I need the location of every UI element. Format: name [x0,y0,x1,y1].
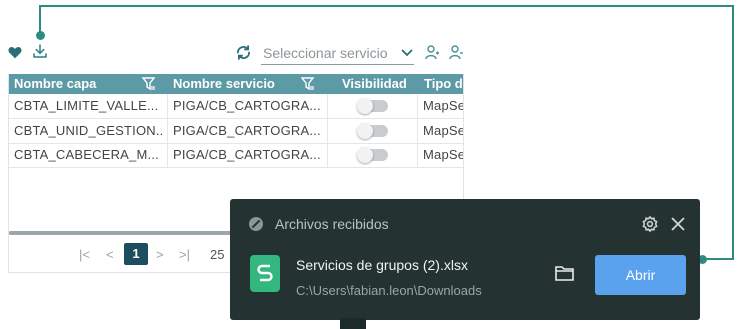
refresh-icon[interactable] [233,42,253,62]
cell-layer-name: CBTA_LIMITE_VALLE... [14,98,159,113]
last-page-button[interactable]: >| [179,245,190,265]
cell-service-name: PIGA/CB_CARTOGRA... [173,98,321,113]
cell-layer-name: CBTA_UNID_GESTION... [14,123,164,138]
cell-type: MapSe [423,98,463,113]
spreadsheet-file-icon [250,255,280,292]
column-header-type[interactable]: Tipo de [424,74,463,94]
close-icon[interactable] [670,216,686,232]
service-select[interactable]: Seleccionar servicio [261,42,414,65]
favorite-heart-icon[interactable] [7,44,23,60]
table-row[interactable]: CBTA_CABECERA_M... PIGA/CB_CARTOGRA... M… [9,143,463,168]
visibility-toggle[interactable] [357,98,388,114]
table-row[interactable]: CBTA_UNID_GESTION... PIGA/CB_CARTOGRA...… [9,119,463,144]
no-entry-icon [248,216,264,232]
callout-line-bottom [704,258,734,260]
toggle-knob [357,123,373,139]
file-name[interactable]: Servicios de grupos (2).xlsx [296,257,468,273]
filter-icon[interactable] [141,77,156,91]
open-button[interactable]: Abrir [595,255,686,295]
downloads-panel: Archivos recibidos Servicios de grupos (… [230,199,700,320]
download-icon[interactable] [30,41,50,61]
cell-type: MapSe [423,123,463,138]
callout-line-right [732,5,734,260]
gear-icon[interactable] [641,215,659,233]
table-header: Nombre capa Nombre servicio Visibilidad … [9,74,463,94]
next-page-button[interactable]: > [156,245,164,265]
column-header-layer-name[interactable]: Nombre capa [14,74,96,94]
visibility-toggle[interactable] [357,123,388,139]
cell-service-name: PIGA/CB_CARTOGRA... [173,147,321,162]
cell-layer-name: CBTA_CABECERA_M... [14,147,159,162]
service-select-value: Seleccionar servicio [263,45,388,61]
callout-line-top [39,5,734,7]
callout-dot-download [35,31,45,40]
folder-icon[interactable] [555,265,575,283]
toggle-knob [357,98,373,114]
prev-page-button[interactable]: < [106,245,114,265]
chevron-down-icon [400,46,414,60]
first-page-button[interactable]: |< [79,245,90,265]
user-add-icon[interactable] [423,43,440,61]
file-path: C:\Users\fabian.leon\Downloads [296,283,482,298]
page-size[interactable]: 25 [210,245,224,265]
toggle-knob [357,147,373,163]
column-header-service-name[interactable]: Nombre servicio [173,74,275,94]
page-number-current[interactable]: 1 [124,243,148,265]
cell-type: MapSe [423,147,463,162]
cell-service-name: PIGA/CB_CARTOGRA... [173,123,321,138]
downloads-title: Archivos recibidos [275,216,389,232]
table-row[interactable]: CBTA_LIMITE_VALLE... PIGA/CB_CARTOGRA...… [9,94,463,119]
user-remove-icon[interactable] [447,43,464,61]
filter-icon[interactable] [300,77,315,91]
visibility-toggle[interactable] [357,147,388,163]
column-header-visibility[interactable]: Visibilidad [342,74,407,94]
panel-bottom-tab [340,318,366,329]
